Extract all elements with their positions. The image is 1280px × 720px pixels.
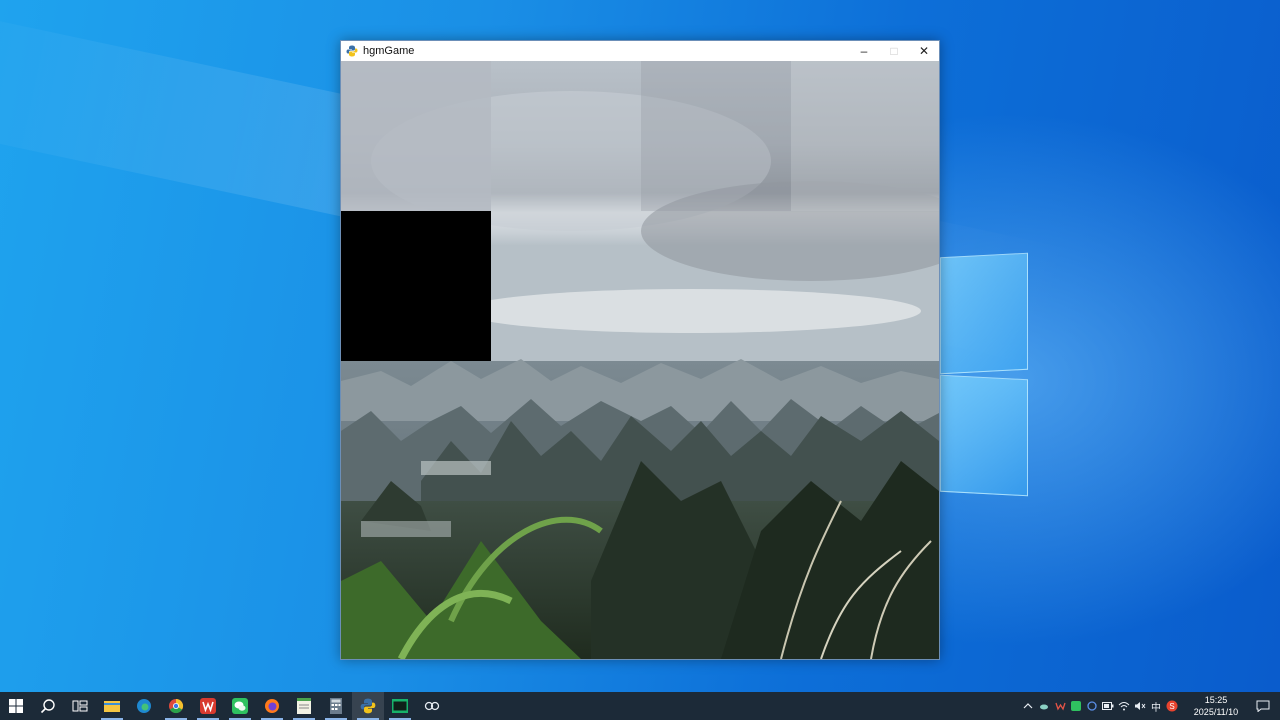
wps-button[interactable]: [192, 692, 224, 720]
puzzle-tile[interactable]: [641, 511, 791, 659]
wps-tray-icon[interactable]: [1052, 692, 1068, 720]
wps-icon: [200, 698, 216, 714]
clock-date: 2025/11/10: [1193, 707, 1239, 717]
file-explorer-button[interactable]: [96, 692, 128, 720]
system-tray: 中 S 15:25 2025/11/10: [1020, 692, 1280, 720]
svg-text:S: S: [1169, 702, 1174, 711]
empty-tile: [341, 211, 491, 361]
notification-center-button[interactable]: [1246, 692, 1280, 720]
wifi-icon[interactable]: [1116, 692, 1132, 720]
puzzle-board: [341, 61, 939, 659]
edge-button[interactable]: [128, 692, 160, 720]
firefox-button[interactable]: [256, 692, 288, 720]
calculator-button[interactable]: [320, 692, 352, 720]
link-app-button[interactable]: [416, 692, 448, 720]
puzzle-tile[interactable]: [791, 511, 939, 659]
chrome-button[interactable]: [160, 692, 192, 720]
task-view-button[interactable]: [64, 692, 96, 720]
file-explorer-icon: [104, 701, 120, 712]
windows-start-icon: [9, 699, 23, 713]
link-icon: [424, 701, 440, 711]
minimize-button[interactable]: –: [849, 41, 879, 61]
windows-logo-wallpaper: [940, 252, 1030, 497]
wechat-tray-icon[interactable]: [1068, 692, 1084, 720]
puzzle-tile[interactable]: [491, 511, 641, 659]
notepad-icon: [297, 698, 311, 714]
task-view-icon: [72, 700, 88, 712]
search-icon: [40, 699, 55, 714]
clock[interactable]: 15:25 2025/11/10: [1186, 694, 1246, 718]
puzzle-tile[interactable]: [791, 61, 939, 211]
puzzle-tile[interactable]: [641, 361, 791, 511]
sogou-icon[interactable]: S: [1164, 692, 1180, 720]
notification-icon: [1256, 700, 1270, 712]
maximize-button[interactable]: □: [879, 41, 909, 61]
taskbar: 中 S 15:25 2025/11/10: [0, 692, 1280, 720]
puzzle-tile[interactable]: [341, 61, 491, 211]
puzzle-tile[interactable]: [341, 361, 491, 511]
window-title: hgmGame: [363, 45, 415, 57]
chevron-up-icon[interactable]: [1020, 692, 1036, 720]
title-bar[interactable]: hgmGame – □ ✕: [341, 41, 939, 61]
chrome-icon: [169, 698, 184, 714]
terminal-icon: [392, 699, 408, 713]
python-icon: [360, 698, 376, 714]
puzzle-tile[interactable]: [341, 511, 491, 659]
firefox-icon: [265, 699, 279, 713]
puzzle-tile[interactable]: [491, 361, 641, 511]
clock-time: 15:25: [1204, 695, 1228, 705]
ime-indicator[interactable]: 中: [1148, 692, 1164, 720]
edge-icon: [137, 699, 151, 713]
browser-tray-icon[interactable]: [1084, 692, 1100, 720]
close-button[interactable]: ✕: [909, 41, 939, 61]
python-icon: [346, 45, 358, 57]
terminal-button[interactable]: [384, 692, 416, 720]
search-button[interactable]: [32, 692, 64, 720]
puzzle-tile[interactable]: [641, 61, 791, 211]
wechat-icon: [232, 698, 248, 714]
notepad-button[interactable]: [288, 692, 320, 720]
volume-muted-icon[interactable]: [1132, 692, 1148, 720]
puzzle-tile[interactable]: [791, 211, 939, 361]
game-window: hgmGame – □ ✕: [340, 40, 940, 660]
wechat-button[interactable]: [224, 692, 256, 720]
puzzle-tile[interactable]: [491, 211, 641, 361]
start-button[interactable]: [0, 692, 32, 720]
puzzle-tile[interactable]: [791, 361, 939, 511]
tray-app-icon[interactable]: [1036, 692, 1052, 720]
python-game-button[interactable]: [352, 692, 384, 720]
calculator-icon: [330, 698, 342, 714]
battery-icon[interactable]: [1100, 692, 1116, 720]
puzzle-tile[interactable]: [491, 61, 641, 211]
puzzle-tile[interactable]: [641, 211, 791, 361]
